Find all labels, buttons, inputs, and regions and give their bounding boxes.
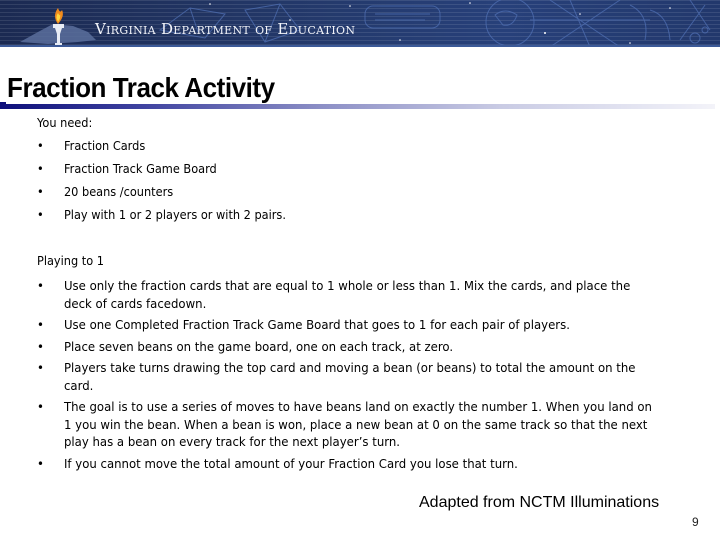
list-item-text: If you cannot move the total amount of y…: [63, 455, 518, 471]
list-item-text: 20 beans /counters: [63, 185, 174, 199]
list-item-text: The goal is to use a series of moves to …: [63, 399, 652, 449]
title-divider: [0, 104, 715, 109]
bullet-icon: •: [37, 360, 44, 375]
list-item-text: Fraction Cards: [63, 139, 146, 153]
header-banner: Virginia Department of Education: [0, 0, 720, 47]
list-item-text: Use one Completed Fraction Track Game Bo…: [63, 317, 570, 332]
bullet-icon: •: [37, 208, 44, 222]
list-item-text: Players take turns drawing the top card …: [63, 360, 636, 393]
list-item: • If you cannot move the total amount of …: [37, 455, 659, 473]
list-item: • Players take turns drawing the top card…: [37, 359, 659, 394]
source-credit: Adapted from NCTM Illuminations: [419, 494, 660, 511]
page-number: 9: [692, 515, 699, 529]
list-item-text: Use only the fraction cards that are equ…: [63, 278, 631, 311]
list-item: • Fraction Track Game Board: [37, 158, 651, 181]
bullet-icon: •: [37, 317, 44, 332]
bullet-icon: •: [37, 399, 44, 414]
list-item: • The goal is to use a series of moves to…: [37, 398, 659, 451]
list-item: • Use only the fraction cards that are eq…: [37, 277, 659, 312]
playing-rules-list: • Use only the fraction cards that are eq…: [37, 277, 652, 472]
organization-name: Virginia Department of Education: [95, 20, 356, 38]
bullet-icon: •: [37, 455, 44, 471]
bullet-icon: •: [37, 278, 44, 293]
torch-over-virginia-map-icon: [20, 8, 96, 45]
list-item-text: Play with 1 or 2 players or with 2 pairs…: [63, 208, 286, 222]
list-item: • Use one Completed Fraction Track Game B…: [37, 316, 659, 334]
bullet-icon: •: [37, 185, 44, 199]
list-item: • Play with 1 or 2 players or with 2 pair…: [37, 204, 651, 227]
playing-heading: Playing to 1: [37, 254, 104, 268]
bullet-icon: •: [37, 139, 44, 153]
bullet-icon: •: [37, 162, 44, 176]
list-item-text: Place seven beans on the game board, one…: [63, 338, 454, 354]
you-need-list: • Fraction Cards • Fraction Track Game Boa…: [37, 135, 651, 227]
list-item: • 20 beans /counters: [37, 181, 651, 204]
you-need-heading: You need:: [37, 116, 93, 130]
list-item-text: Fraction Track Game Board: [63, 162, 217, 176]
list-item: • Fraction Cards: [37, 135, 651, 158]
slide-body: You need: • Fraction Cards • Fraction Trac…: [37, 112, 652, 472]
list-item: • Place seven beans on the game board, on…: [37, 338, 659, 356]
slide-title: Fraction Track Activity: [7, 71, 275, 103]
banner-bottom-edge: [0, 45, 720, 47]
bullet-icon: •: [37, 338, 44, 354]
